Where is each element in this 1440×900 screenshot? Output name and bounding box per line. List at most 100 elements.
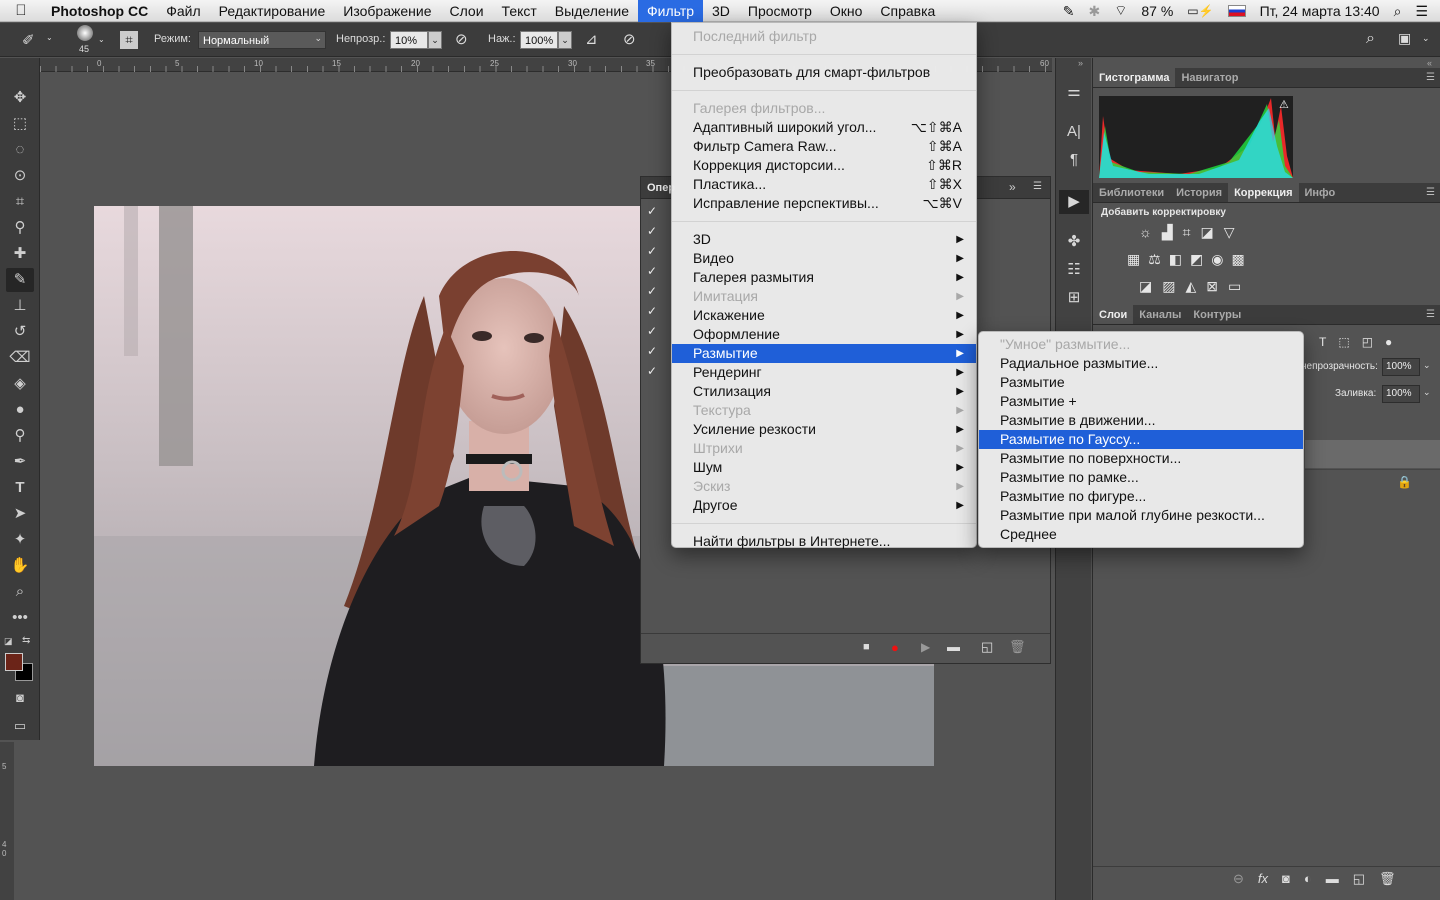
curves-icon[interactable]: ⌗	[1183, 224, 1191, 241]
brush-settings-icon[interactable]: ✤	[1059, 230, 1089, 254]
panel-menu-icon[interactable]: ☰	[1426, 309, 1435, 320]
filter-menu-item[interactable]: Шум ▶	[672, 458, 976, 477]
blur-submenu-item[interactable]: Размытие	[979, 373, 1303, 392]
invert-icon[interactable]: ◪	[1139, 278, 1152, 295]
screen-mode-icon[interactable]: ▭	[6, 714, 34, 738]
menu-window[interactable]: Окно	[821, 0, 872, 22]
gradient-map-icon[interactable]: ▽	[1224, 224, 1235, 241]
hue-saturation-icon[interactable]: ⚖	[1148, 251, 1161, 268]
collapse-dock-icon[interactable]: »	[1078, 58, 1083, 68]
menu-3d[interactable]: 3D	[703, 0, 739, 22]
blur-submenu-item[interactable]: Среднее	[979, 525, 1303, 544]
blur-submenu-item[interactable]: Размытие по фигуре...	[979, 487, 1303, 506]
tab-adjustments[interactable]: Коррекция	[1228, 183, 1299, 202]
selective-color-icon[interactable]: ⊠	[1206, 278, 1218, 295]
quick-mask-icon[interactable]: ◙	[6, 686, 34, 710]
stamp-tool-icon[interactable]: ⊥	[6, 294, 34, 318]
menu-filter[interactable]: Фильтр	[637, 0, 704, 22]
blur-submenu-item[interactable]: Размытие по поверхности...	[979, 449, 1303, 468]
apple-menu-icon[interactable]: 	[0, 0, 42, 22]
adjustment-layer-icon[interactable]: ◐	[1304, 871, 1312, 892]
search-icon[interactable]: ⌕	[1366, 30, 1375, 48]
new-group-icon[interactable]: ▬	[1326, 871, 1339, 892]
pressure-opacity-icon[interactable]: ⊘	[455, 30, 468, 48]
toggle-check-icon[interactable]: ✓	[647, 324, 657, 338]
new-action-icon[interactable]: ◱	[981, 639, 993, 655]
toggle-check-icon[interactable]: ✓	[647, 344, 657, 358]
menu-layers[interactable]: Слои	[441, 0, 493, 22]
menu-help[interactable]: Справка	[871, 0, 944, 22]
brush-picker-chevron-icon[interactable]: ⌄	[98, 35, 105, 44]
blur-submenu-item[interactable]: Размытие в движении...	[979, 411, 1303, 430]
paragraph-styles-icon[interactable]: ⚌	[1059, 80, 1089, 104]
collapse-panel-icon[interactable]: »	[1009, 180, 1016, 194]
menu-text[interactable]: Текст	[493, 0, 546, 22]
blur-submenu-item[interactable]: Размытие по Гауссу...	[979, 430, 1303, 449]
layer-row-selected[interactable]	[1305, 440, 1440, 468]
blur-submenu-item[interactable]: Размытие +	[979, 392, 1303, 411]
tab-libraries[interactable]: Библиотеки	[1093, 183, 1170, 202]
adjustments-sliders-icon[interactable]: ☷	[1059, 258, 1089, 282]
link-layers-icon[interactable]: ⊖	[1233, 871, 1244, 892]
more-tools-icon[interactable]: •••	[6, 606, 34, 630]
tab-histogram[interactable]: Гистограмма	[1093, 68, 1176, 87]
fx-icon[interactable]: fx	[1258, 871, 1268, 892]
filter-menu-item[interactable]: Коррекция дисторсии... ⇧⌘R	[672, 156, 976, 175]
pen-tool-icon[interactable]: ✒	[6, 450, 34, 474]
marquee-tool-icon[interactable]: ⬚	[6, 112, 34, 136]
toggle-check-icon[interactable]: ✓	[647, 264, 657, 278]
flow-control[interactable]: 100% ⌄	[520, 31, 572, 49]
blur-tool-icon[interactable]: ●	[6, 398, 34, 422]
toggle-check-icon[interactable]: ✓	[647, 284, 657, 298]
opacity-chevron-icon[interactable]: ⌄	[1423, 360, 1431, 371]
workspace-chevron-icon[interactable]: ⌄	[1422, 33, 1430, 44]
mode-select[interactable]: Нормальный ⌄	[198, 31, 326, 49]
flow-dropdown-icon[interactable]: ⌄	[558, 31, 572, 49]
toggle-check-icon[interactable]: ✓	[647, 224, 657, 238]
blur-submenu-item[interactable]: Радиальное размытие...	[979, 354, 1303, 373]
brush-panel-icon[interactable]: ⌗	[120, 31, 138, 49]
collapse-panels-icon[interactable]: «	[1427, 58, 1432, 68]
filter-menu-item[interactable]: Оформление ▶	[672, 325, 976, 344]
filter-toggle-icon[interactable]: ●	[1385, 335, 1392, 349]
filter-menu-item[interactable]: Найти фильтры в Интернете...	[672, 532, 976, 551]
quick-select-tool-icon[interactable]: ⊙	[6, 164, 34, 188]
flag-icon[interactable]	[1227, 5, 1246, 17]
filter-shape-icon[interactable]: ⬚	[1338, 335, 1349, 349]
menu-file[interactable]: Файл	[157, 0, 209, 22]
new-set-folder-icon[interactable]: ▬	[947, 639, 960, 654]
bluetooth-icon[interactable]: ✱	[1088, 3, 1100, 20]
filter-menu-item[interactable]: Другое ▶	[672, 496, 976, 515]
blur-submenu-item[interactable]: Размытие при малой глубине резкости...	[979, 506, 1303, 525]
swap-colors-icon[interactable]: ⇆	[22, 635, 30, 646]
filter-menu-item[interactable]: Преобразовать для смарт-фильтров	[672, 63, 976, 82]
black-white-icon[interactable]: ◩	[1190, 251, 1203, 268]
threshold-icon[interactable]: ◭	[1185, 278, 1196, 295]
app-menu[interactable]: Photoshop CC	[42, 0, 157, 22]
posterize-icon[interactable]: ▨	[1162, 278, 1175, 295]
move-tool-icon[interactable]: ✥	[6, 86, 34, 110]
layer-opacity-input[interactable]: 100%	[1382, 358, 1420, 376]
hand-tool-icon[interactable]: ✋	[6, 554, 34, 578]
paragraph-icon[interactable]: ¶	[1059, 148, 1089, 172]
type-tool-icon[interactable]: T	[6, 476, 34, 500]
clock[interactable]: Пт, 24 марта 13:40	[1260, 3, 1380, 19]
foreground-color-swatch[interactable]	[5, 653, 23, 671]
filter-menu-item[interactable]: Галерея размытия ▶	[672, 268, 976, 287]
filter-menu-item[interactable]: Усиление резкости ▶	[672, 420, 976, 439]
crop-tool-icon[interactable]: ⌗	[6, 190, 34, 214]
flow-input[interactable]: 100%	[520, 31, 558, 49]
filter-menu-item[interactable]: 3D ▶	[672, 230, 976, 249]
toggle-check-icon[interactable]: ✓	[647, 244, 657, 258]
new-layer-icon[interactable]: ◱	[1353, 871, 1365, 892]
tab-paths[interactable]: Контуры	[1187, 305, 1247, 324]
panel-menu-icon[interactable]: ☰	[1033, 181, 1042, 192]
history-brush-tool-icon[interactable]: ↺	[6, 320, 34, 344]
color-balance-icon[interactable]: ◧	[1169, 251, 1182, 268]
filter-smart-icon[interactable]: ◰	[1362, 335, 1373, 349]
filter-menu-item[interactable]: Видео ▶	[672, 249, 976, 268]
tab-layers[interactable]: Слои	[1093, 305, 1134, 324]
lasso-tool-icon[interactable]: ◌	[6, 138, 34, 162]
brush-tool-icon[interactable]: ✐	[22, 31, 35, 49]
layer-fill-input[interactable]: 100%	[1382, 385, 1420, 403]
